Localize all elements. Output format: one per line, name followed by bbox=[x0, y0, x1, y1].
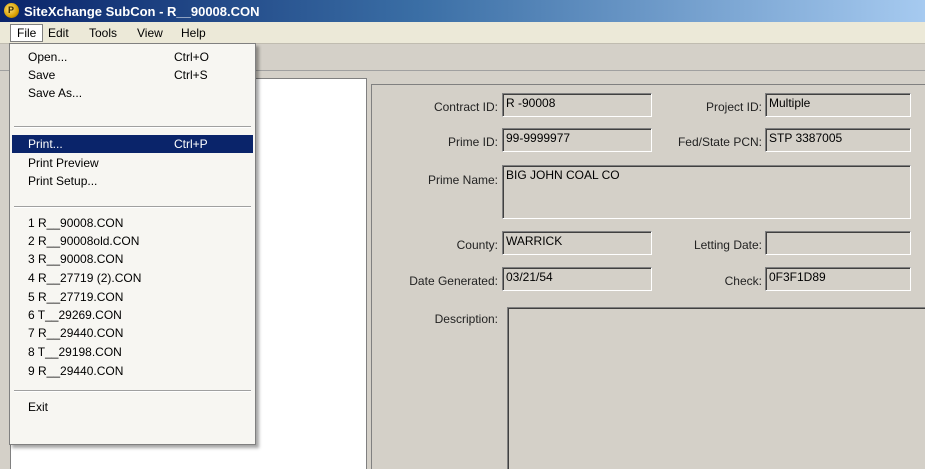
menu-item-shortcut: Ctrl+O bbox=[174, 50, 210, 64]
menu-item-label: 9 R__29440.CON bbox=[28, 364, 124, 378]
letting-date-label: Letting Date: bbox=[693, 238, 762, 252]
menu-item-label: Print Preview bbox=[28, 156, 99, 170]
county-label: County: bbox=[456, 238, 498, 252]
menu-item-print[interactable]: Print... Ctrl+P bbox=[12, 135, 253, 153]
menu-item-recent-7[interactable]: 7 R__29440.CON bbox=[12, 324, 253, 342]
contract-id-field[interactable]: R -90008 bbox=[502, 93, 652, 117]
description-label: Description: bbox=[434, 312, 498, 326]
window-title: SiteXchange SubCon - R__90008.CON bbox=[24, 4, 260, 19]
menu-item-label: 5 R__27719.CON bbox=[28, 290, 124, 304]
menu-item-label: 1 R__90008.CON bbox=[28, 216, 124, 230]
menu-item-recent-4[interactable]: 4 R__27719 (2).CON bbox=[12, 269, 253, 287]
letting-date-field[interactable] bbox=[765, 231, 911, 255]
menu-bar: File Edit Tools View Help bbox=[0, 22, 925, 44]
app-logo-icon: P bbox=[4, 3, 19, 18]
date-generated-label: Date Generated: bbox=[409, 274, 498, 288]
menu-item-save[interactable]: Save Ctrl+S bbox=[12, 66, 253, 84]
menu-item-label: 3 R__90008.CON bbox=[28, 252, 124, 266]
menu-edit[interactable]: Edit bbox=[42, 25, 75, 41]
menu-view[interactable]: View bbox=[131, 25, 169, 41]
menu-item-recent-5[interactable]: 5 R__27719.CON bbox=[12, 288, 253, 306]
menu-item-exit[interactable]: Exit bbox=[12, 398, 253, 416]
prime-id-label: Prime ID: bbox=[447, 135, 498, 149]
county-field[interactable]: WARRICK bbox=[502, 231, 652, 255]
menu-item-label: 7 R__29440.CON bbox=[28, 326, 124, 340]
menu-item-label: 6 T__29269.CON bbox=[28, 308, 122, 322]
prime-id-field[interactable]: 99-9999977 bbox=[502, 128, 652, 152]
description-field[interactable] bbox=[507, 307, 925, 469]
menu-item-label: 2 R__90008old.CON bbox=[28, 234, 140, 248]
check-field[interactable]: 0F3F1D89 bbox=[765, 267, 911, 291]
contract-details-panel: Contract ID: R -90008 Project ID: Multip… bbox=[371, 84, 925, 469]
menu-item-recent-8[interactable]: 8 T__29198.CON bbox=[12, 343, 253, 361]
menu-help[interactable]: Help bbox=[175, 25, 212, 41]
project-id-label: Project ID: bbox=[705, 100, 762, 114]
menu-item-recent-6[interactable]: 6 T__29269.CON bbox=[12, 306, 253, 324]
menu-item-recent-9[interactable]: 9 R__29440.CON bbox=[12, 362, 253, 380]
menu-item-label: Print Setup... bbox=[28, 174, 98, 188]
file-menu-dropdown: Open... Ctrl+O Save Ctrl+S Save As... Pr… bbox=[9, 43, 256, 445]
menu-item-recent-2[interactable]: 2 R__90008old.CON bbox=[12, 232, 253, 250]
menu-file[interactable]: File bbox=[10, 24, 44, 42]
menu-item-label: Exit bbox=[28, 400, 49, 414]
check-label: Check: bbox=[724, 274, 762, 288]
menu-item-print-preview[interactable]: Print Preview bbox=[12, 154, 253, 172]
menu-item-label: Open... bbox=[28, 50, 68, 64]
menu-item-label: Save bbox=[28, 68, 56, 82]
menu-separator bbox=[14, 206, 251, 208]
menu-item-open[interactable]: Open... Ctrl+O bbox=[12, 48, 253, 66]
menu-item-label: Print... bbox=[28, 137, 63, 151]
fed-state-pcn-field[interactable]: STP 3387005 bbox=[765, 128, 911, 152]
menu-item-save-as[interactable]: Save As... bbox=[12, 84, 253, 102]
menu-item-label: Save As... bbox=[28, 86, 83, 100]
menu-separator bbox=[14, 390, 251, 392]
project-id-field[interactable]: Multiple bbox=[765, 93, 911, 117]
menu-item-print-setup[interactable]: Print Setup... bbox=[12, 172, 253, 190]
prime-name-field[interactable]: BIG JOHN COAL CO bbox=[502, 165, 911, 219]
menu-item-recent-1[interactable]: 1 R__90008.CON bbox=[12, 214, 253, 232]
title-bar: P SiteXchange SubCon - R__90008.CON bbox=[0, 0, 925, 22]
menu-separator bbox=[14, 126, 251, 128]
date-generated-field[interactable]: 03/21/54 bbox=[502, 267, 652, 291]
menu-tools[interactable]: Tools bbox=[83, 25, 123, 41]
fed-state-pcn-label: Fed/State PCN: bbox=[677, 135, 762, 149]
menu-item-label: 4 R__27719 (2).CON bbox=[28, 271, 142, 285]
menu-item-shortcut: Ctrl+S bbox=[174, 68, 208, 82]
menu-item-shortcut: Ctrl+P bbox=[174, 137, 208, 151]
prime-name-label: Prime Name: bbox=[427, 173, 498, 187]
contract-id-label: Contract ID: bbox=[433, 100, 498, 114]
menu-item-label: 8 T__29198.CON bbox=[28, 345, 122, 359]
menu-item-recent-3[interactable]: 3 R__90008.CON bbox=[12, 250, 253, 268]
